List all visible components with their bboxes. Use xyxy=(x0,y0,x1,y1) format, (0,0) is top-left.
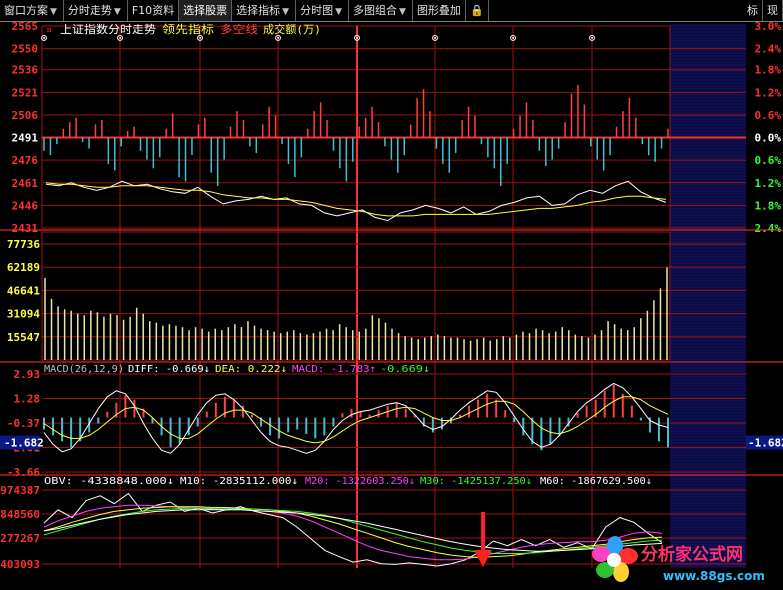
overlay-label: 图形叠加 xyxy=(416,4,461,17)
legend-leading-indicator: 领先指标 xyxy=(162,22,214,36)
price-tick-label: 2521 xyxy=(12,86,39,99)
lock-glyph: 🔒 xyxy=(469,4,484,17)
select-stock-label: 选择股票 xyxy=(183,4,228,17)
current-label: 现 xyxy=(767,4,778,17)
f10-info-label: F10资料 xyxy=(131,4,175,17)
price-tick-label: 2506 xyxy=(12,109,39,122)
macd-tick-label: -3.66 xyxy=(7,466,40,479)
obv-legend-m60: M60: -1867629.500↓ xyxy=(540,476,652,487)
event-marker-icon: ⊙ xyxy=(432,33,438,44)
chevron-down-icon[interactable]: ▼ xyxy=(48,7,59,17)
obv-tick-label: 277267 xyxy=(0,532,40,545)
watermark-url: www.88gs.com xyxy=(663,569,765,583)
mark-label: 标 xyxy=(747,4,758,17)
legend-turnover: 成交额(万) xyxy=(263,22,321,36)
price-tick-label: 2476 xyxy=(12,154,39,167)
volume-tick-label: 15547 xyxy=(7,331,40,344)
event-marker-icon: ⊙ xyxy=(510,33,516,44)
volume-tick-label: 77736 xyxy=(7,238,40,251)
pct-tick-label: 1.2% xyxy=(755,177,782,190)
macd-legend-macd: MACD: -1.783↑ xyxy=(292,364,376,375)
overlay-button[interactable]: 图形叠加 xyxy=(413,0,466,21)
volume-tick-label: 46641 xyxy=(7,284,40,297)
pct-tick-label: 0.6% xyxy=(755,154,782,167)
legend-marker-icon: ¤ xyxy=(46,25,52,36)
obv-legend-m10: M10: -2835112.000↓ xyxy=(180,476,298,487)
obv-tick-label: 974387 xyxy=(0,484,40,497)
obv-m30-line xyxy=(43,507,663,554)
event-marker-icon: ⊙ xyxy=(354,33,360,44)
lock-icon[interactable]: 🔒 xyxy=(466,0,489,21)
price-tick-label: 2491 xyxy=(12,132,39,145)
pct-tick-label: 3.0% xyxy=(755,22,782,33)
macd-current-value-left: -1.682 xyxy=(4,437,44,450)
pct-tick-label: 0.0% xyxy=(755,132,782,145)
price-tick-label: 2536 xyxy=(12,64,39,77)
macd-legend-extra: -0.669↓ xyxy=(380,364,430,375)
petal-red-icon xyxy=(618,548,638,564)
price-panel-title: 上证指数分时走势 xyxy=(60,22,156,36)
volume-tick-label: 62189 xyxy=(7,261,40,274)
obv-legend-m30: M30: -1425137.250↓ xyxy=(420,476,532,487)
current-button[interactable]: 现 xyxy=(763,0,783,21)
legend-long-short-line: 多空线 xyxy=(220,22,258,36)
intraday-trend-button[interactable]: 分时走势 ▼ xyxy=(64,0,128,21)
select-stock-button[interactable]: 选择股票 xyxy=(179,0,233,21)
window-scheme-button[interactable]: 窗口方案 ▼ xyxy=(0,0,64,21)
macd-current-value-right: -1.682 xyxy=(748,437,783,450)
obv-legend-m20: M20: -1322603.250↓ xyxy=(305,476,415,487)
chevron-down-icon[interactable]: ▼ xyxy=(112,7,123,17)
volume-tick-label: 31094 xyxy=(7,308,40,321)
intraday-chart-button[interactable]: 分时图 ▼ xyxy=(296,0,350,21)
flower-center-icon xyxy=(607,553,621,567)
select-indicator-button[interactable]: 选择指标 ▼ xyxy=(232,0,297,21)
f10-info-button[interactable]: F10资料 xyxy=(128,0,180,21)
mark-button[interactable]: 标 xyxy=(743,0,763,21)
watermark-name: 分析家公式网 xyxy=(641,544,743,565)
pct-tick-label: 1.2% xyxy=(755,86,782,99)
chart-area[interactable]: 2565 3.0% 2550 2.4% 2536 1.8% 2521 1.2% 2506 0.6%… xyxy=(0,22,783,590)
flower-logo-icon xyxy=(592,536,638,582)
price-tick-label: 2565 xyxy=(12,22,39,33)
window-scheme-label: 窗口方案 xyxy=(4,4,48,17)
macd-tick-label: 1.28 xyxy=(14,393,41,406)
obv-line xyxy=(43,492,663,567)
pct-tick-label: 1.8% xyxy=(755,64,782,77)
intraday-trend-label: 分时走势 xyxy=(67,4,112,17)
pct-tick-label: 2.4% xyxy=(755,43,782,56)
event-marker-icon: ⊙ xyxy=(589,33,595,44)
chevron-down-icon[interactable]: ▼ xyxy=(280,7,291,17)
pct-tick-label: 1.8% xyxy=(755,199,782,212)
price-tick-label: 2446 xyxy=(12,199,39,212)
macd-legend-dea: DEA: 0.222↓ xyxy=(215,364,287,375)
macd-tick-label: 2.93 xyxy=(14,368,41,381)
multi-chart-label: 多图组合 xyxy=(353,4,398,17)
price-tick-label: 2461 xyxy=(12,177,39,190)
obv-legend-obv: OBV: -4338848.000↓ xyxy=(44,476,174,487)
chevron-down-icon[interactable]: ▼ xyxy=(397,7,408,17)
pct-tick-label: 0.6% xyxy=(755,109,782,122)
macd-legend-diff: DIFF: -0.669↓ xyxy=(128,364,210,375)
pct-tick-label: 2.4% xyxy=(755,222,782,235)
chevron-down-icon[interactable]: ▼ xyxy=(333,7,344,17)
macd-legend-name: MACD(26,12,9) xyxy=(44,364,124,375)
price-tick-label: 2550 xyxy=(12,43,39,56)
watermark-logo: 分析家公式网 www.88gs.com xyxy=(592,536,765,583)
multi-chart-button[interactable]: 多图组合 ▼ xyxy=(349,0,413,21)
obv-tick-label: 848560 xyxy=(0,508,40,521)
obv-tick-label: 403093 xyxy=(0,558,40,571)
price-tick-label: 2431 xyxy=(12,222,39,235)
intraday-chart-label: 分时图 xyxy=(300,4,334,17)
macd-tick-label: -0.37 xyxy=(7,417,40,430)
select-indicator-label: 选择指标 xyxy=(236,4,281,17)
toolbar: 窗口方案 ▼ 分时走势 ▼ F10资料 选择股票 选择指标 ▼ 分时图 ▼ 多图组合 ▼ … xyxy=(0,0,783,22)
